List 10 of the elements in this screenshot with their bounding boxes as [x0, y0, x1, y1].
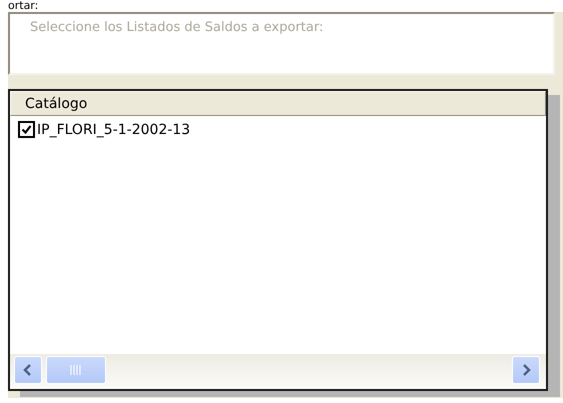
- description-field[interactable]: Seleccione los Listados de Saldos a exportar:: [8, 12, 555, 75]
- check-icon: [20, 123, 33, 136]
- list-item[interactable]: IP_FLORI_5-1-2002-13: [37, 122, 190, 138]
- column-header[interactable]: Catálogo: [11, 92, 102, 115]
- horizontal-scrollbar[interactable]: [10, 354, 546, 389]
- scroll-left-icon[interactable]: [14, 356, 42, 384]
- scroll-right-icon[interactable]: [512, 356, 540, 384]
- heading-text: ortar:: [7, 0, 40, 12]
- scroll-thumb[interactable]: [46, 356, 106, 384]
- checkbox[interactable]: [18, 121, 35, 138]
